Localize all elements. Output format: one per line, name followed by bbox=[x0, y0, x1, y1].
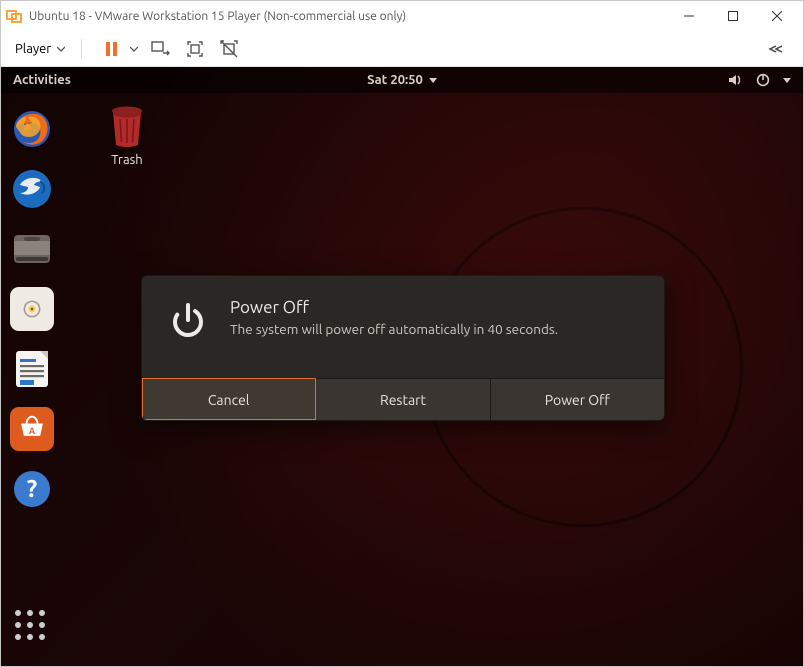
dock-files[interactable] bbox=[10, 227, 54, 271]
activities-button[interactable]: Activities bbox=[13, 73, 71, 87]
toolbar-collapse-button[interactable] bbox=[765, 38, 787, 60]
close-button[interactable] bbox=[755, 1, 799, 31]
chevron-down-icon bbox=[783, 78, 791, 83]
show-applications-button[interactable] bbox=[15, 610, 45, 640]
topbar-clock[interactable]: Sat 20:50 bbox=[367, 73, 437, 87]
dock-firefox[interactable] bbox=[10, 107, 54, 151]
power-icon bbox=[755, 72, 771, 88]
vmware-app-icon bbox=[5, 7, 23, 25]
clock-text: Sat 20:50 bbox=[367, 73, 423, 87]
toolbar-pause-button[interactable] bbox=[100, 38, 122, 60]
poweroff-button[interactable]: Power Off bbox=[491, 378, 664, 420]
desktop-trash[interactable]: Trash bbox=[107, 105, 147, 167]
svg-text:A: A bbox=[29, 426, 36, 436]
trash-label: Trash bbox=[111, 153, 142, 167]
toolbar-fullscreen-button[interactable] bbox=[184, 38, 206, 60]
dialog-title: Power Off bbox=[230, 298, 558, 317]
dialog-message: The system will power off automatically … bbox=[230, 321, 558, 337]
toolbar-send-ctrl-alt-del-button[interactable] bbox=[150, 38, 172, 60]
chevron-down-icon[interactable] bbox=[130, 45, 138, 53]
dock-rhythmbox[interactable] bbox=[10, 287, 54, 331]
cancel-button[interactable]: Cancel bbox=[142, 378, 316, 420]
topbar-status-area[interactable] bbox=[727, 72, 791, 88]
restart-button[interactable]: Restart bbox=[316, 378, 490, 420]
gnome-dock: A ? bbox=[1, 93, 63, 666]
chevron-down-icon bbox=[429, 78, 437, 83]
volume-icon bbox=[727, 72, 743, 88]
maximize-button[interactable] bbox=[711, 1, 755, 31]
player-menu-label: Player bbox=[15, 42, 51, 56]
vmware-titlebar: Ubuntu 18 - VMware Workstation 15 Player… bbox=[1, 1, 803, 31]
dock-thunderbird[interactable] bbox=[10, 167, 54, 211]
dock-libreoffice-writer[interactable] bbox=[10, 347, 54, 391]
vmware-window: Ubuntu 18 - VMware Workstation 15 Player… bbox=[0, 0, 804, 667]
vmware-title: Ubuntu 18 - VMware Workstation 15 Player… bbox=[29, 10, 667, 23]
dock-ubuntu-software[interactable]: A bbox=[10, 407, 54, 451]
window-controls bbox=[667, 1, 799, 31]
svg-text:?: ? bbox=[27, 475, 38, 502]
poweroff-dialog: Power Off The system will power off auto… bbox=[141, 275, 665, 421]
toolbar-unity-button[interactable] bbox=[218, 38, 240, 60]
chevron-down-icon bbox=[57, 45, 65, 53]
ubuntu-desktop: Activities Sat 20:50 bbox=[1, 67, 803, 666]
power-icon bbox=[166, 298, 210, 342]
pause-icon bbox=[106, 42, 117, 56]
dock-help[interactable]: ? bbox=[10, 467, 54, 511]
minimize-button[interactable] bbox=[667, 1, 711, 31]
gnome-topbar: Activities Sat 20:50 bbox=[1, 67, 803, 93]
vmware-toolbar: Player bbox=[1, 31, 803, 67]
player-menu[interactable]: Player bbox=[11, 40, 69, 58]
trash-icon bbox=[107, 105, 147, 149]
